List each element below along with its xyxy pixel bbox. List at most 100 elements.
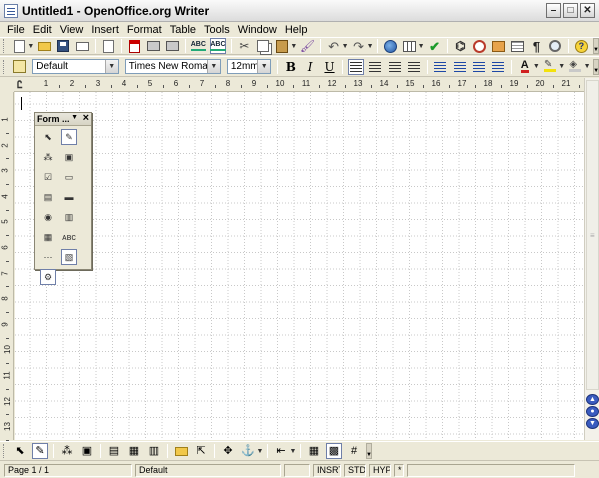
form-toolbar-header[interactable]: Form ... ▼ ×	[35, 112, 91, 126]
scroll-thumb[interactable]	[586, 80, 599, 390]
open-folder-icon[interactable]	[37, 38, 52, 54]
select-pointer-icon[interactable]: ⬉	[12, 443, 28, 459]
menu-view[interactable]: View	[56, 24, 88, 36]
table-dropdown-icon[interactable]: ▼	[418, 38, 425, 54]
combo-box-icon[interactable]: ▦	[40, 229, 56, 245]
copy-icon[interactable]	[256, 38, 271, 54]
show-draw-functions-icon[interactable]: ✔	[427, 38, 442, 54]
control-icon[interactable]: ⁂	[40, 149, 56, 165]
alignment-dropdown-icon[interactable]: ▼	[290, 443, 297, 459]
display-grid-icon[interactable]: ▦	[306, 443, 322, 459]
gallery-icon[interactable]	[491, 38, 506, 54]
chevron-down-icon[interactable]: ▼	[104, 60, 118, 73]
wizards-icon[interactable]: ⚙	[40, 269, 56, 285]
text-field-icon[interactable]: ᴀʙᴄ	[61, 229, 77, 245]
font-size-select[interactable]: 12mm ▼	[226, 59, 272, 74]
redo-dropdown-icon[interactable]: ▼	[367, 38, 374, 54]
font-color-icon[interactable]: A	[517, 59, 532, 75]
menu-tools[interactable]: Tools	[200, 24, 234, 36]
automatic-control-focus-icon[interactable]: ⇱	[193, 443, 209, 459]
design-mode-icon[interactable]: ✎	[32, 443, 48, 459]
alignment-icon[interactable]: ⇤	[273, 443, 289, 459]
text-box-icon[interactable]: ▭	[61, 169, 77, 185]
toolbar-grip[interactable]	[3, 59, 6, 74]
toolbar-overflow-icon[interactable]: ▼	[592, 38, 599, 54]
bold-button[interactable]: B	[283, 59, 298, 75]
page-preview-icon[interactable]	[165, 38, 180, 54]
navigation-icon[interactable]: ●	[586, 406, 599, 417]
horizontal-ruler[interactable]: Ꮭ 1 2 3 4 5 6 7 8 9 10 11 12 13 14 15 16 17 18 19 20 21	[14, 78, 584, 92]
snap-to-grid-icon[interactable]: ▩	[326, 443, 342, 459]
decrease-indent-icon[interactable]	[471, 59, 486, 75]
form-design-icon[interactable]: ▧	[61, 249, 77, 265]
paste-icon[interactable]	[275, 38, 290, 54]
autospellcheck-icon[interactable]: ABC	[209, 38, 226, 54]
vertical-ruler[interactable]: 1 2 3 4 5 6 7 8 9 10 11 12 13	[0, 92, 14, 441]
chevron-down-icon[interactable]: ▼	[257, 60, 271, 73]
export-pdf-icon[interactable]	[127, 38, 142, 54]
select-pointer-icon[interactable]: ⬉	[40, 129, 56, 145]
toolbar-grip[interactable]	[3, 39, 6, 53]
edit-file-icon[interactable]	[101, 38, 116, 54]
menu-help[interactable]: Help	[281, 24, 312, 36]
tab-stop-icon[interactable]: Ꮭ	[17, 80, 23, 91]
email-icon[interactable]	[75, 38, 90, 54]
save-disk-icon[interactable]	[56, 38, 71, 54]
close-icon[interactable]: ✕	[580, 3, 595, 18]
navigator-compass-icon[interactable]	[472, 38, 487, 54]
anchor-icon[interactable]: ⚓	[240, 443, 256, 459]
undo-icon[interactable]: ↶	[326, 38, 341, 54]
menu-edit[interactable]: Edit	[29, 24, 56, 36]
insert-table-icon[interactable]	[402, 38, 417, 54]
italic-button[interactable]: I	[303, 59, 318, 75]
control-properties-icon[interactable]: ⁂	[59, 443, 75, 459]
align-left-icon[interactable]	[348, 58, 364, 75]
maximize-icon[interactable]: □	[563, 3, 578, 18]
zoom-icon[interactable]	[548, 38, 563, 54]
new-document-icon[interactable]	[12, 38, 27, 54]
increase-indent-icon[interactable]	[491, 59, 506, 75]
format-paintbrush-icon[interactable]: 🖌	[300, 38, 315, 54]
menu-format[interactable]: Format	[123, 24, 166, 36]
form-navigator-icon[interactable]: ▤	[106, 443, 122, 459]
new-dropdown-icon[interactable]: ▼	[27, 38, 34, 54]
find-binoculars-icon[interactable]: ⌬	[453, 38, 468, 54]
data-sources-icon[interactable]	[510, 38, 525, 54]
menu-file[interactable]: File	[3, 24, 29, 36]
checkbox-icon[interactable]: ☑	[40, 169, 56, 185]
list-box-icon[interactable]: ▥	[61, 209, 77, 225]
cut-scissors-icon[interactable]: ✂	[237, 38, 252, 54]
label-field-icon[interactable]: ▤	[40, 189, 56, 205]
design-mode-icon[interactable]: ✎	[61, 129, 77, 145]
chevron-down-icon[interactable]: ▼	[71, 114, 78, 121]
numbering-icon[interactable]	[433, 59, 448, 75]
document-canvas[interactable]	[15, 92, 584, 440]
underline-button[interactable]: U	[322, 59, 337, 75]
position-and-size-icon[interactable]: ✥	[220, 443, 236, 459]
undo-dropdown-icon[interactable]: ▼	[342, 38, 349, 54]
anchor-dropdown-icon[interactable]: ▼	[257, 443, 264, 459]
push-button-icon[interactable]: ▬	[61, 189, 77, 205]
highlighting-icon[interactable]: ✎	[542, 59, 557, 75]
menu-window[interactable]: Window	[234, 24, 281, 36]
chevron-down-icon[interactable]: ▼	[206, 60, 220, 73]
form-icon[interactable]: ▣	[61, 149, 77, 165]
open-in-design-mode-icon[interactable]	[173, 443, 189, 459]
hyperlink-globe-icon[interactable]	[383, 38, 398, 54]
toolbar-grip[interactable]	[3, 444, 6, 458]
nonprinting-characters-icon[interactable]: ¶	[529, 38, 544, 54]
paragraph-style-select[interactable]: Default ▼	[32, 59, 119, 74]
activation-order-icon[interactable]: ▦	[126, 443, 142, 459]
page-style-indicator[interactable]: Default	[135, 463, 281, 477]
menu-table[interactable]: Table	[166, 24, 200, 36]
paste-dropdown-icon[interactable]: ▼	[290, 38, 297, 54]
more-controls-icon[interactable]: ⋯	[40, 249, 56, 265]
add-field-icon[interactable]: ▥	[146, 443, 162, 459]
previous-page-icon[interactable]: ▲	[586, 394, 599, 405]
font-name-select[interactable]: Times New Roman ▼	[124, 59, 221, 74]
menu-insert[interactable]: Insert	[87, 24, 123, 36]
align-center-icon[interactable]	[368, 59, 383, 75]
font-color-dropdown-icon[interactable]: ▼	[533, 59, 540, 75]
vertical-scrollbar[interactable]: ▲ ● ▼	[584, 78, 599, 440]
styles-formatting-icon[interactable]	[12, 59, 27, 75]
